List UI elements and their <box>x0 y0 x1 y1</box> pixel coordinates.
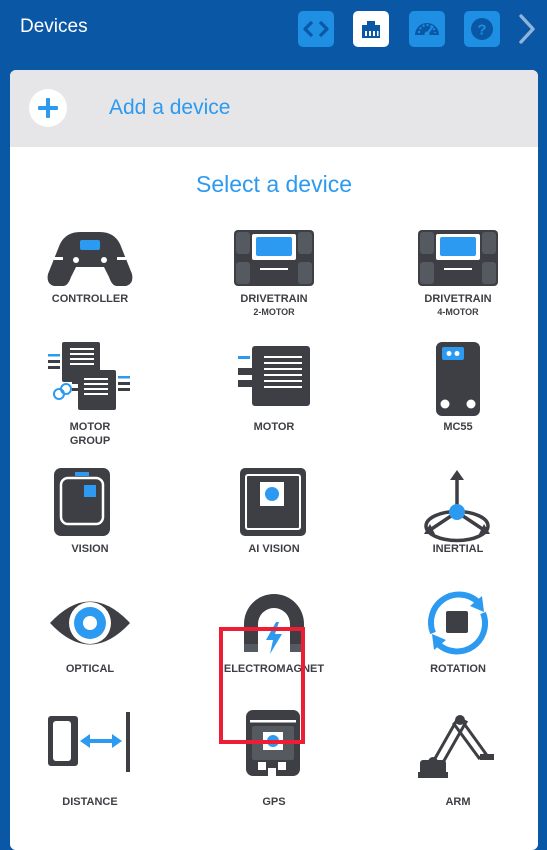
optical-eye-icon <box>50 601 130 645</box>
device-tile-vision[interactable]: VISION <box>10 468 170 593</box>
device-label: CONTROLLER <box>51 293 129 305</box>
inertial-sensor-icon <box>424 470 490 543</box>
device-label: DRIVETRAIN 4-MOTOR <box>424 293 492 317</box>
device-tile-controller[interactable]: CONTROLLER <box>10 220 170 345</box>
device-label: INERTIAL <box>432 543 484 555</box>
device-tile-distance[interactable]: DISTANCE <box>10 710 170 835</box>
code-view-button[interactable] <box>298 11 334 47</box>
device-label: OPTICAL <box>65 663 115 675</box>
plus-icon <box>38 98 58 118</box>
device-tile-rotation[interactable]: ROTATION <box>378 588 538 713</box>
device-tile-inertial[interactable]: INERTIAL <box>378 468 538 593</box>
controller-icon <box>47 232 133 286</box>
drivetrain-2-motor-icon <box>234 230 314 286</box>
add-device-plus <box>29 89 67 127</box>
rotation-sensor-icon <box>428 591 488 655</box>
device-tile-mc55[interactable]: MC55 <box>378 338 538 463</box>
drivetrain-4-motor-icon <box>418 230 498 286</box>
page-title: Devices <box>20 16 88 37</box>
distance-sensor-icon <box>48 712 130 772</box>
add-device-button[interactable]: Add a device <box>10 70 538 147</box>
device-label: VISION <box>71 543 109 555</box>
device-tile-optical[interactable]: OPTICAL <box>10 588 170 713</box>
svg-text:?: ? <box>477 22 486 39</box>
device-label: MOTOR GROUP <box>69 421 111 447</box>
device-label: ROTATION <box>430 663 486 675</box>
motor-icon <box>238 346 310 406</box>
device-tile-motor[interactable]: MOTOR <box>194 338 354 463</box>
devices-port-icon <box>362 21 380 38</box>
robot-arm-icon <box>418 715 494 778</box>
header-bar: Devices ? <box>0 0 547 58</box>
vision-sensor-icon <box>54 468 110 536</box>
device-tile-drivetrain-2-motor[interactable]: DRIVETRAIN 2-MOTOR <box>194 220 354 345</box>
device-label: MOTOR <box>253 421 295 433</box>
devices-button[interactable] <box>353 11 389 47</box>
device-label: ARM <box>445 796 471 808</box>
device-tile-ai-vision[interactable]: AI VISION <box>194 468 354 593</box>
add-device-label: Add a device <box>109 96 231 119</box>
motor-group-icon <box>48 342 130 410</box>
dashboard-button[interactable] <box>409 11 445 47</box>
chevron-right-icon[interactable] <box>514 10 540 48</box>
device-tile-arm[interactable]: ARM <box>378 710 538 835</box>
code-icon <box>303 20 329 38</box>
device-tile-drivetrain-4-motor[interactable]: DRIVETRAIN 4-MOTOR <box>378 220 538 345</box>
help-button[interactable]: ? <box>464 11 500 47</box>
select-device-heading: Select a device <box>196 171 352 197</box>
selected-device-highlight <box>219 627 305 744</box>
dashboard-gauge-icon <box>415 23 439 37</box>
device-label: DRIVETRAIN 2-MOTOR <box>240 293 308 317</box>
mc55-icon <box>436 342 480 416</box>
help-icon: ? <box>471 18 493 40</box>
ai-vision-sensor-icon <box>240 468 306 536</box>
device-label: AI VISION <box>248 543 300 555</box>
device-label: MC55 <box>443 421 473 433</box>
device-label: DISTANCE <box>62 796 118 808</box>
device-tile-motor-group[interactable]: MOTOR GROUP <box>10 338 170 463</box>
device-label: GPS <box>262 796 286 808</box>
